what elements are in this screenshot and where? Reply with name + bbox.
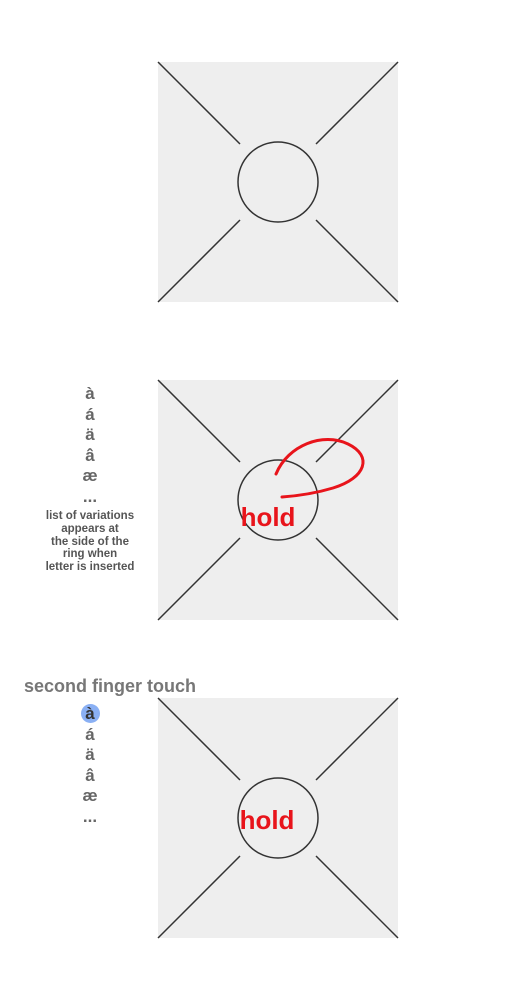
- variation-item[interactable]: ä: [70, 745, 110, 766]
- variation-item: æ: [82, 466, 98, 485]
- variation-item[interactable]: â: [70, 766, 110, 787]
- second-finger-heading: second finger touch: [24, 676, 197, 696]
- ring-diagram-2: hold: [157, 379, 399, 621]
- variation-item-selected[interactable]: à: [70, 704, 110, 725]
- ring-panel-3: hold: [157, 697, 399, 939]
- ring-diagram-1: [157, 61, 399, 303]
- ring-panel-1: [157, 61, 399, 303]
- variation-item: â: [85, 445, 95, 465]
- variation-item: á: [85, 404, 95, 424]
- note-line: ring when: [62, 548, 118, 561]
- variation-item: ä: [85, 425, 95, 444]
- hold-label: hold: [240, 805, 295, 835]
- ring-diagram-3: hold: [157, 697, 399, 939]
- note-line: the side of the: [51, 535, 129, 548]
- variation-item[interactable]: ...: [70, 807, 110, 828]
- note-line: appears at: [61, 522, 119, 535]
- variation-item[interactable]: æ: [70, 786, 110, 807]
- variation-note: list of variations appears at the side o…: [20, 510, 160, 574]
- selection-highlight: à: [80, 704, 100, 723]
- variation-item: à: [85, 384, 95, 403]
- note-line: letter is inserted: [45, 561, 135, 574]
- note-line: list of variations: [45, 510, 135, 522]
- hold-label: hold: [241, 502, 296, 532]
- variation-item[interactable]: á: [70, 725, 110, 746]
- variation-list-1: à á ä â æ ...: [70, 384, 110, 507]
- variation-list-2: à á ä â æ ...: [70, 704, 110, 827]
- ring-panel-2: hold: [157, 379, 399, 621]
- variation-item: ...: [82, 486, 98, 506]
